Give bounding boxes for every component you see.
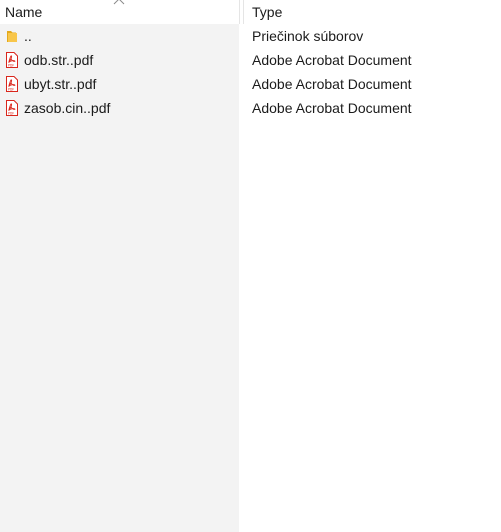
list-item-file[interactable]: PDF odb.str..pdf Adobe Acrobat Document xyxy=(0,48,501,72)
column-header-type[interactable]: Type xyxy=(244,0,501,24)
pdf-file-icon: PDF xyxy=(6,52,18,68)
name-cell: PDF zasob.cin..pdf xyxy=(0,96,239,120)
name-cell: PDF ubyt.str..pdf xyxy=(0,72,239,96)
list-item-parent-folder[interactable]: .. Priečinok súborov xyxy=(0,24,501,48)
column-divider[interactable] xyxy=(239,0,240,24)
chevron-up-icon xyxy=(113,0,125,5)
name-cell: .. xyxy=(0,24,239,48)
svg-text:PDF: PDF xyxy=(8,111,14,115)
svg-text:PDF: PDF xyxy=(8,87,14,91)
file-type: Adobe Acrobat Document xyxy=(252,76,412,92)
file-name: .. xyxy=(24,28,32,44)
name-cell: PDF odb.str..pdf xyxy=(0,48,239,72)
file-name: zasob.cin..pdf xyxy=(24,100,111,116)
file-list-view: Name Type .. Priečinok súborov PDF odb.s… xyxy=(0,0,501,532)
list-item-file[interactable]: PDF ubyt.str..pdf Adobe Acrobat Document xyxy=(0,72,501,96)
file-type: Priečinok súborov xyxy=(252,28,364,44)
pdf-file-icon: PDF xyxy=(6,100,18,116)
column-header-bar: Name Type xyxy=(0,0,501,24)
pdf-file-icon: PDF xyxy=(6,76,18,92)
file-name: odb.str..pdf xyxy=(24,52,94,68)
file-type: Adobe Acrobat Document xyxy=(252,100,412,116)
list-item-file[interactable]: PDF zasob.cin..pdf Adobe Acrobat Documen… xyxy=(0,96,501,120)
svg-text:PDF: PDF xyxy=(8,63,14,67)
file-list: .. Priečinok súborov PDF odb.str..pdf Ad… xyxy=(0,24,501,120)
file-name: ubyt.str..pdf xyxy=(24,76,97,92)
folder-icon xyxy=(7,31,17,42)
file-type: Adobe Acrobat Document xyxy=(252,52,412,68)
